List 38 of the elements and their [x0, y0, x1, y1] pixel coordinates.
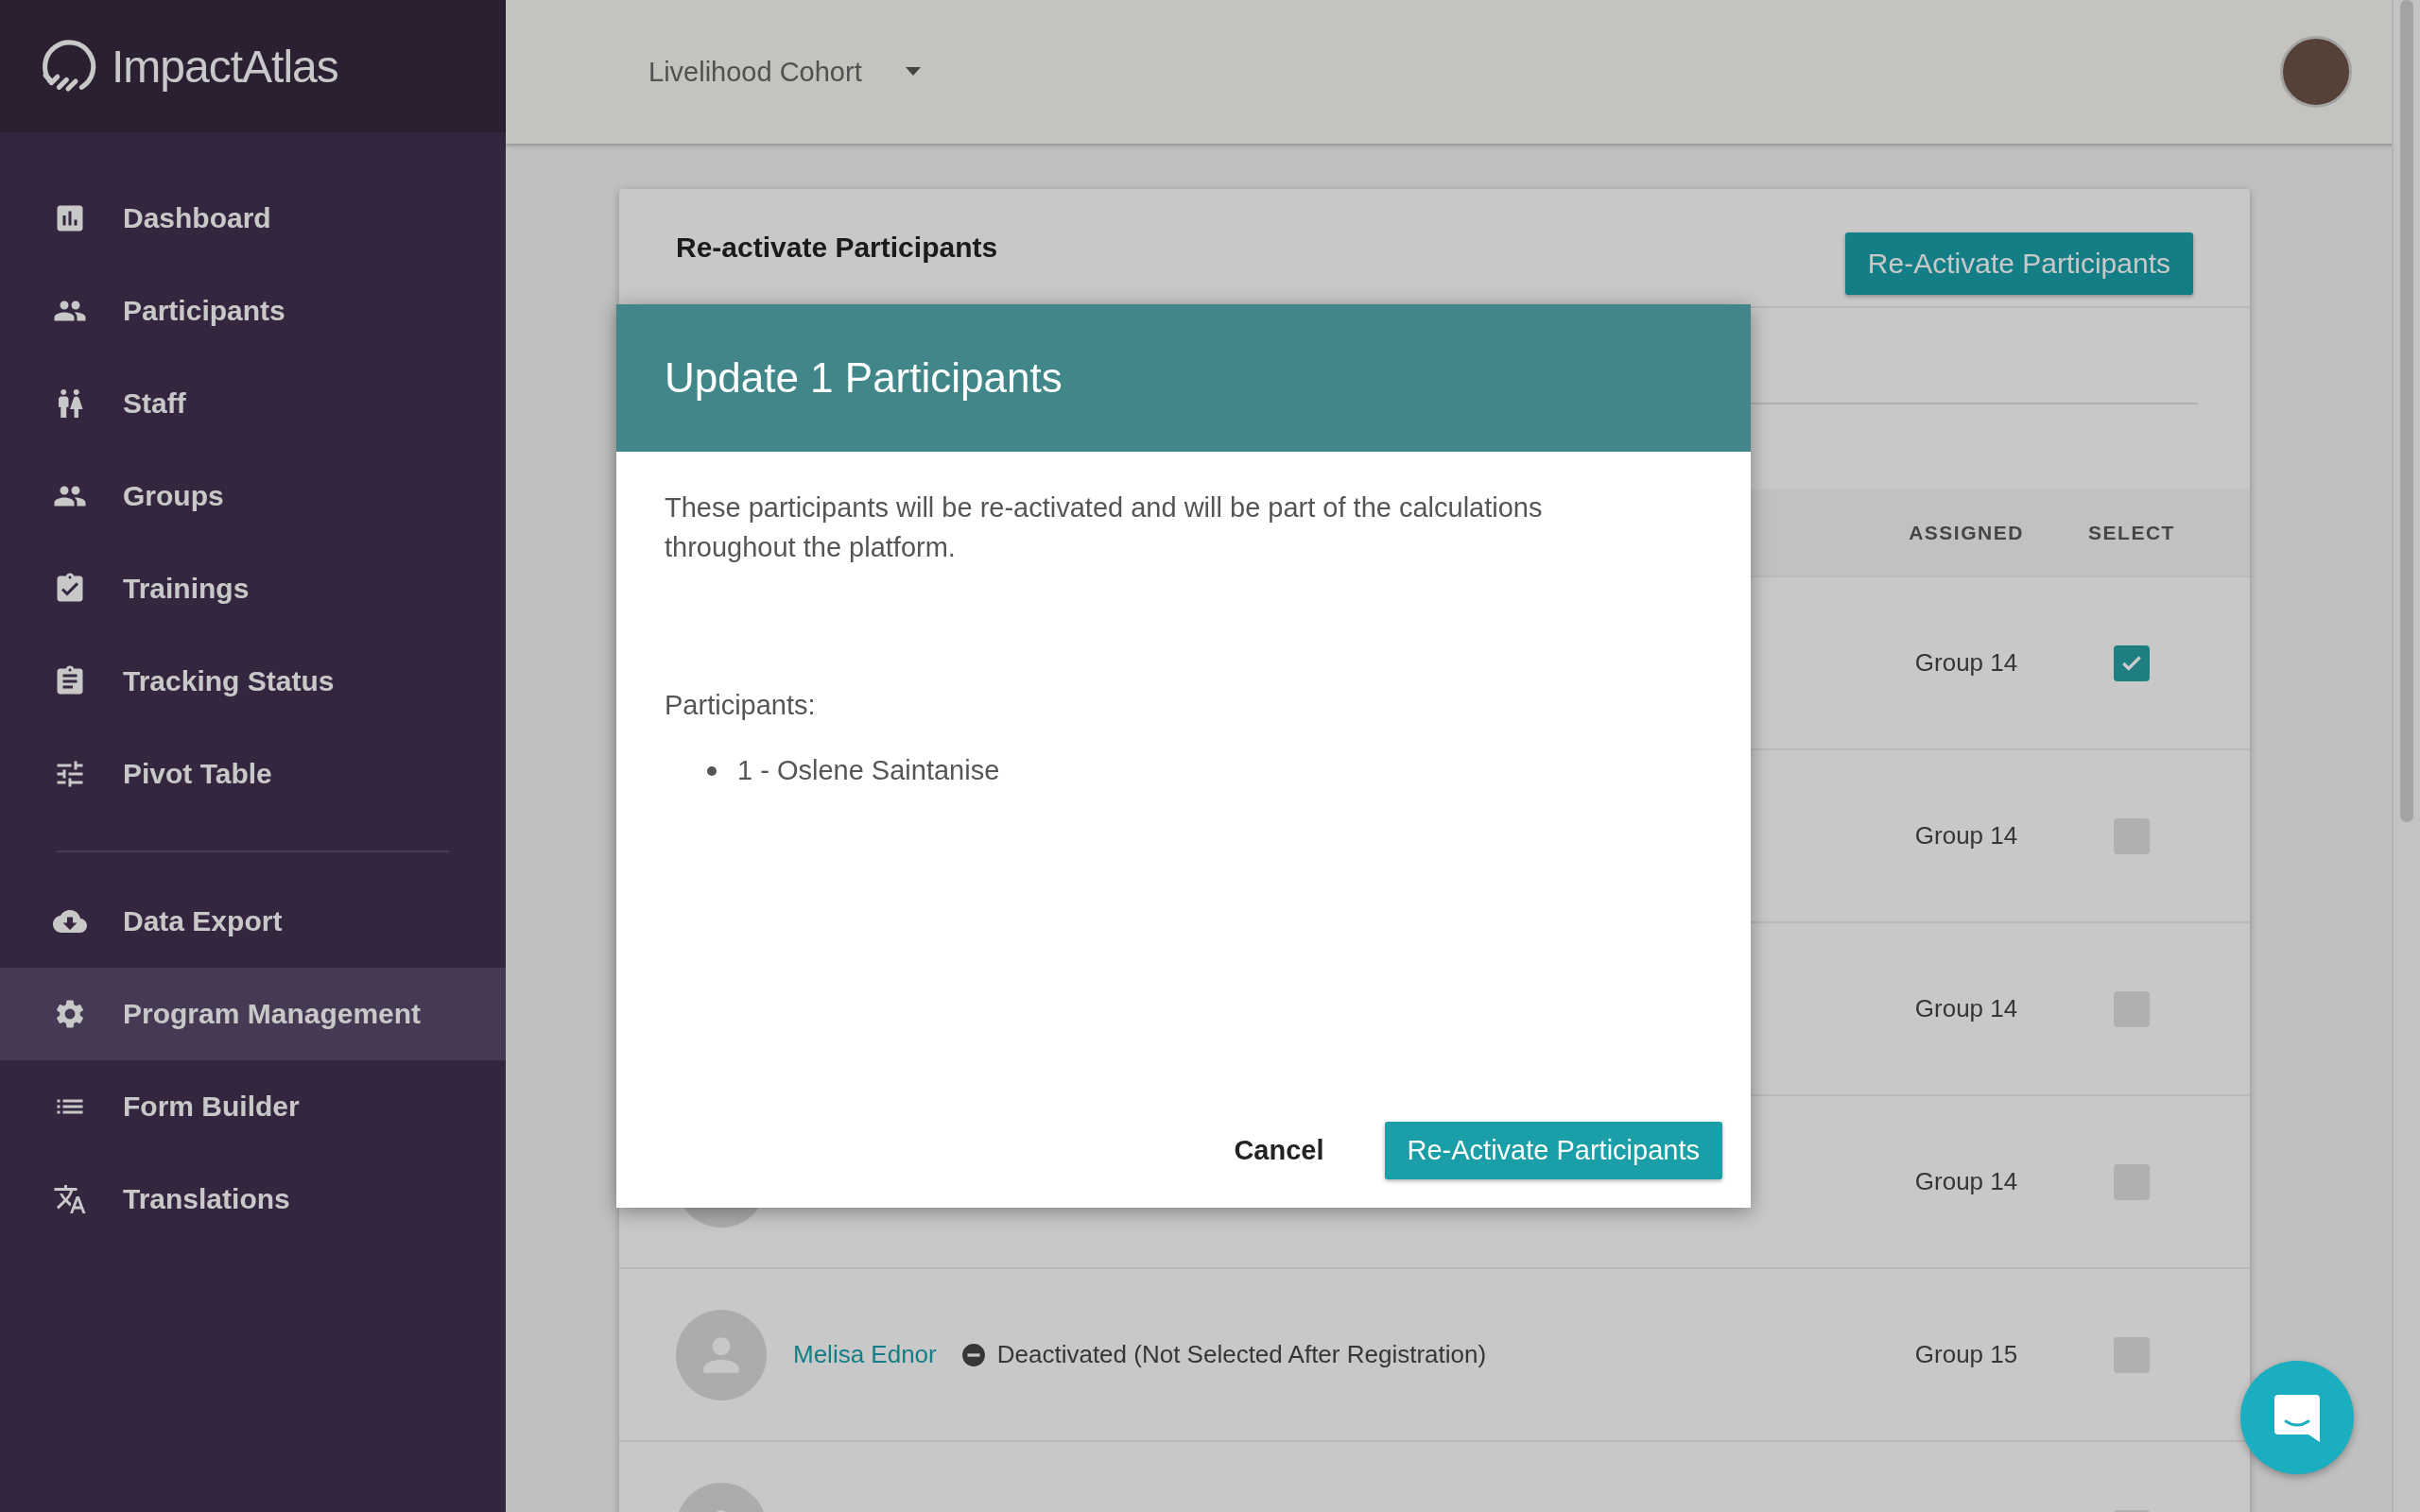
caret-icon [903, 67, 923, 77]
sidebar-item[interactable]: Staff [0, 357, 506, 450]
group-cell-text: Group 14 [1913, 1167, 2019, 1196]
select-checkbox[interactable] [2114, 644, 2150, 681]
sidebar-item[interactable]: Groups [0, 450, 506, 542]
sidebar-item[interactable]: Trainings [0, 542, 506, 635]
group-cell-text: Group 15 [1913, 1340, 2019, 1369]
scrollbar[interactable] [2392, 0, 2420, 1512]
sidebar-item[interactable]: Participants [0, 265, 506, 357]
participants-label: Participants: [665, 690, 817, 721]
logo-text: ImpactAtlas [112, 40, 338, 93]
translate-icon [53, 1182, 87, 1216]
minus-circle-icon [960, 1342, 986, 1367]
select-checkbox[interactable] [2114, 1163, 2150, 1200]
select-checkbox[interactable] [2114, 990, 2150, 1027]
participant-entry: 1 - Oslene Saintanise [737, 755, 1000, 786]
sidebar-item[interactable]: Form Builder [0, 1060, 506, 1153]
status-text: Deactivated (Not Selected After Registration) [996, 1340, 1487, 1369]
group-cell-text: Group 14 [1913, 994, 2019, 1023]
dialog-title: Update 1 Participants [665, 354, 1063, 402]
column-header: SELECT [2087, 521, 2176, 544]
chat-button[interactable] [2240, 1361, 2354, 1474]
sidebar-item[interactable]: Translations [0, 1153, 506, 1246]
group-cell-text: Group 14 [1913, 821, 2019, 850]
sidebar-item[interactable]: Tracking Status [0, 635, 506, 728]
cancel-button[interactable]: Cancel [1211, 1122, 1347, 1179]
card-title: Re-activate Participants [676, 232, 998, 264]
select-checkbox[interactable] [2114, 817, 2150, 854]
sidebar-item[interactable]: Program Management [0, 968, 506, 1060]
sidebar-item[interactable]: Pivot Table [0, 728, 506, 820]
column-header: ASSIGNED [1908, 521, 2025, 544]
dialog-message: These participants will be re-activated and will be part of the calculations throughout the platform. [665, 491, 1544, 564]
bullet-icon [707, 765, 717, 776]
select-checkbox[interactable] [2114, 1336, 2150, 1373]
sidebar-item[interactable]: Dashboard [0, 172, 506, 265]
sidebar-item[interactable]: Data Export [0, 875, 506, 968]
cohort-dropdown[interactable]: Livelihood Cohort [643, 55, 928, 89]
group-cell-text: Group 14 [1913, 648, 2019, 678]
